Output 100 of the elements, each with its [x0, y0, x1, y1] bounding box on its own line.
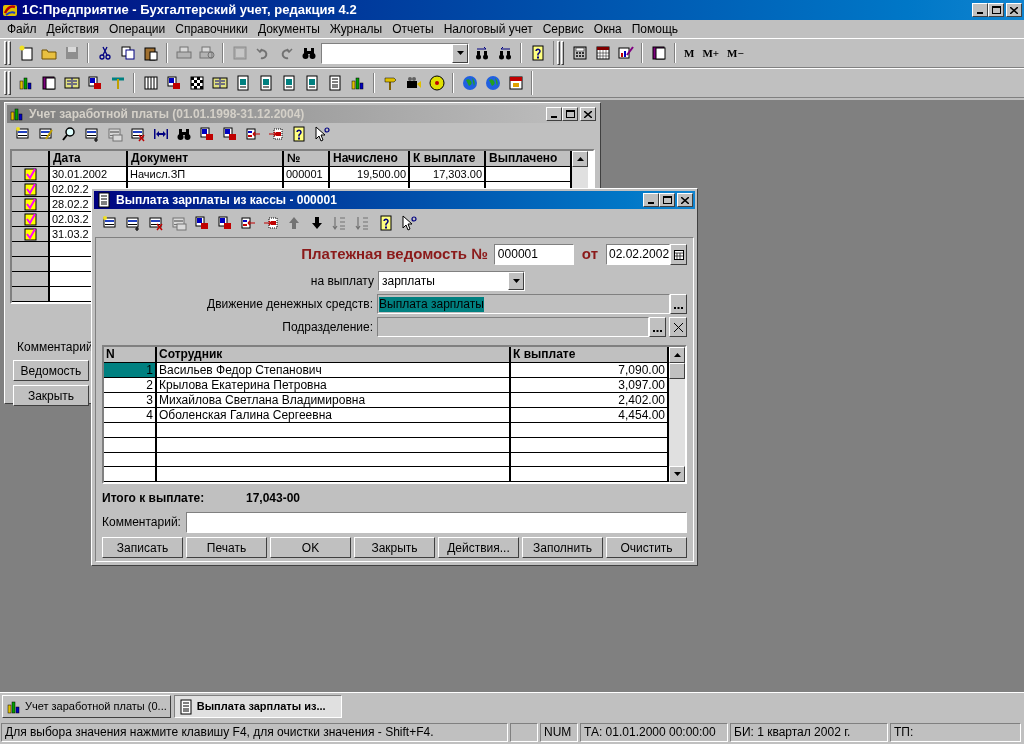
table-cell: Васильев Федор Степанович — [157, 363, 511, 378]
select-button[interactable] — [670, 294, 687, 314]
table-cell: Оболенская Галина Сергеевна — [157, 408, 511, 423]
table-cell — [104, 452, 157, 468]
total-value: 17,043-00 — [246, 490, 301, 507]
form-button[interactable]: Очистить — [606, 537, 687, 558]
form-button[interactable]: OK — [270, 537, 351, 558]
form-button[interactable]: Заполнить — [522, 537, 603, 558]
minimize-icon — [648, 202, 654, 204]
minimize-button[interactable] — [643, 193, 659, 207]
form-button[interactable]: Закрыть — [13, 385, 89, 406]
date-label: от — [581, 244, 598, 265]
memory-button[interactable]: M — [680, 42, 699, 64]
column-header[interactable]: Документ — [128, 151, 284, 167]
column-header[interactable]: Начислено — [330, 151, 410, 167]
column-header[interactable]: К выплате — [511, 347, 669, 363]
close-icon — [681, 196, 689, 204]
menu-item[interactable]: Журналы — [324, 20, 388, 38]
menu-item[interactable]: Справочники — [170, 20, 253, 38]
table-cell: 17,303.00 — [410, 167, 486, 182]
column-header[interactable]: Сотрудник — [157, 347, 511, 363]
calendar-button[interactable] — [670, 244, 687, 265]
close-button[interactable] — [580, 107, 596, 121]
table-cell: 000001 — [284, 167, 330, 182]
menu-item[interactable]: Операции — [104, 20, 171, 38]
dropdown-arrow-icon — [512, 279, 520, 283]
window-tab[interactable]: Выплата зарплаты из... — [173, 695, 342, 718]
table-cell: Начисл.ЗП — [128, 167, 284, 182]
form-button[interactable]: Записать — [102, 537, 183, 558]
table-cell — [104, 467, 157, 482]
department-field[interactable] — [377, 317, 650, 337]
maximize-button[interactable] — [988, 3, 1004, 17]
menu-item[interactable]: Налоговый учет — [438, 20, 538, 38]
table-cell: 4 — [104, 408, 157, 423]
table-cell — [104, 437, 157, 453]
table-cell: 2 — [104, 378, 157, 393]
scroll-up-icon[interactable] — [673, 353, 681, 357]
window-tab[interactable]: Учет заработной платы (0... — [2, 695, 171, 718]
clear-button[interactable] — [669, 317, 687, 337]
total-label: Итого к выплате: — [102, 490, 206, 507]
maximize-button[interactable] — [562, 107, 578, 121]
column-header[interactable]: N — [104, 347, 157, 363]
close-icon — [1010, 6, 1018, 14]
column-header[interactable]: Дата — [50, 151, 128, 167]
close-icon — [584, 110, 592, 118]
column-header[interactable]: Выплачено — [486, 151, 572, 167]
bar-chart-icon[interactable] — [9, 106, 25, 122]
minimize-button[interactable] — [546, 107, 562, 121]
window-title: 1С:Предприятие - Бухгалтерский учет, редакция 4.2 — [22, 1, 358, 20]
menu-item[interactable]: Помощь — [626, 20, 684, 38]
search-combo-box[interactable] — [321, 42, 469, 64]
close-button[interactable] — [1006, 3, 1022, 17]
scroll-down-icon[interactable] — [673, 472, 681, 476]
close-icon — [673, 322, 683, 332]
field-label: на выплату — [309, 273, 375, 290]
minimize-button[interactable] — [972, 3, 988, 17]
date-field[interactable]: 02.02.2002 — [606, 244, 670, 265]
form-heading: Платежная ведомость № — [301, 244, 488, 265]
window-title: Учет заработной платы (01.01.1998-31.12.2004) — [29, 106, 306, 123]
scroll-up-icon[interactable] — [576, 157, 584, 161]
table-cell: 3 — [104, 393, 157, 408]
status-panel: Для выбора значения нажмите клавишу F4, для очистки значения - Shift+F4. — [1, 722, 508, 742]
menu-item[interactable]: Сервис — [537, 20, 589, 38]
logo-icon — [2, 2, 18, 18]
memory-button[interactable]: M+ — [698, 42, 724, 64]
status-panel: NUM — [540, 722, 578, 742]
menu-item[interactable]: Отчеты — [387, 20, 439, 38]
cash-flow-field[interactable]: Выплата зарплаты — [377, 294, 671, 314]
memory-button[interactable]: M− — [723, 42, 748, 64]
close-button[interactable] — [677, 193, 693, 207]
form-button[interactable]: Печать — [186, 537, 267, 558]
maximize-icon — [991, 6, 1001, 14]
status-panel: ТП: — [890, 722, 1021, 742]
menu-item[interactable]: Действия — [41, 20, 105, 38]
menu-item[interactable]: Документы — [252, 20, 325, 38]
comment-label: Комментарий: — [102, 514, 182, 531]
form-button[interactable]: Действия... — [438, 537, 519, 558]
number-field[interactable]: 000001 — [493, 244, 574, 265]
bar-chart-icon[interactable] — [6, 698, 22, 715]
maximize-button[interactable] — [659, 193, 675, 207]
table-cell: 1 — [104, 363, 157, 378]
pay-for-dropdown[interactable]: зарплаты — [378, 271, 525, 291]
scroll-thumb[interactable] — [669, 363, 685, 379]
form-button[interactable]: Ведомость — [13, 360, 89, 381]
column-header[interactable]: № — [284, 151, 330, 167]
table-cell: Михайлова Светлана Владимировна — [157, 393, 511, 408]
menu-item[interactable]: Окна — [588, 20, 627, 38]
document-icon[interactable] — [96, 192, 112, 208]
minimize-icon — [977, 12, 983, 14]
menu-item[interactable]: Файл — [2, 20, 42, 38]
select-button[interactable] — [649, 317, 667, 337]
form-button[interactable]: Закрыть — [354, 537, 435, 558]
comment-field[interactable] — [186, 511, 687, 533]
status-panel: БИ: 1 квартал 2002 г. — [730, 722, 888, 742]
column-header[interactable]: К выплате — [410, 151, 486, 167]
maximize-icon — [662, 196, 672, 204]
maximize-icon — [565, 110, 575, 118]
status-panel — [510, 722, 538, 742]
field-label: Движение денежных средств: — [206, 296, 375, 313]
status-panel: ТА: 01.01.2000 00:00:00 — [580, 722, 728, 742]
